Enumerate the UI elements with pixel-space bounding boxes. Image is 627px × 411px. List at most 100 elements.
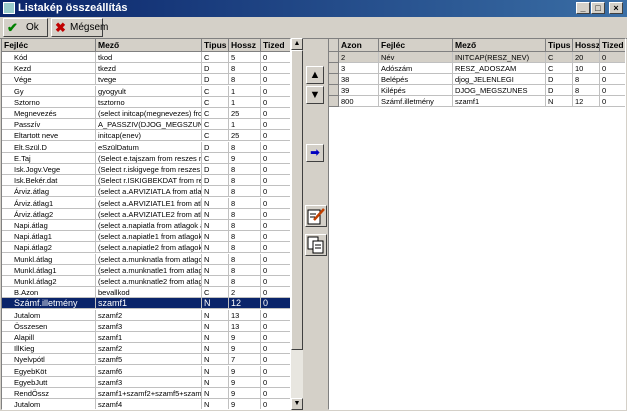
right-grid-header: Azon Fejléc Mező Tipus Hossz Tized <box>329 39 625 52</box>
table-row[interactable]: Árviz.átlag2 (select a.ARVIZIATLE2 from a… <box>2 208 290 220</box>
cell-fejlec: Számf.illetmény <box>2 298 96 310</box>
table-row[interactable]: 800 Számf.illetmény szamf1 N 12 0 <box>329 96 625 107</box>
row-indicator[interactable] <box>329 52 339 63</box>
table-row[interactable]: B.Azon bevallkod C 2 0 <box>2 287 290 299</box>
cell-tipus: C <box>202 119 229 131</box>
add-field-button[interactable]: ➡ <box>306 144 324 162</box>
column-header-tized[interactable]: Tized <box>600 39 625 52</box>
table-row[interactable]: Számf.illetmény szamf1 N 12 0 <box>2 298 290 310</box>
available-fields-grid[interactable]: Fejléc Mező Tipus Hossz Tized Kód tkod C 5 0… <box>1 38 291 410</box>
cell-tized: 0 <box>261 377 290 388</box>
cell-hossz: 8 <box>229 197 261 209</box>
table-row[interactable]: Munkl.átlag1 (select a.munknatle1 from at… <box>2 264 290 276</box>
cell-hossz: 13 <box>229 320 261 332</box>
move-down-button[interactable]: ▼ <box>306 86 324 104</box>
maximize-button[interactable]: □ <box>591 2 605 14</box>
table-row[interactable]: Árviz.átlag (select a.ARVIZIATLA from atl… <box>2 186 290 198</box>
table-row[interactable]: Napi.átlag1 (select a.napiatle1 from atla… <box>2 231 290 243</box>
table-row[interactable]: Isk.Bekér.dat (Select r.ISKIGBEKDAT from … <box>2 175 290 187</box>
row-indicator[interactable] <box>329 85 339 96</box>
table-row[interactable]: Elt.Szül.D eSzülDatum D 8 0 <box>2 141 290 153</box>
column-header-tipus[interactable]: Tipus <box>546 39 573 52</box>
cell-azon: 39 <box>339 85 379 96</box>
copy-button[interactable] <box>305 234 327 256</box>
table-row[interactable]: EgyebJutt szamf3 N 9 0 <box>2 376 290 388</box>
scroll-thumb[interactable] <box>291 50 303 350</box>
cell-mezo: szamf2 <box>96 309 202 321</box>
table-row[interactable]: Jutalom szamf2 N 13 0 <box>2 309 290 321</box>
column-header-tipus[interactable]: Tipus <box>202 39 229 52</box>
table-row[interactable]: Passzív A_PASSZIV(DJOG_MEGSZUNES C 1 0 <box>2 119 290 131</box>
left-grid-scrollbar[interactable]: ▲ ▼ <box>291 38 303 410</box>
cell-tized: 0 <box>600 74 625 85</box>
row-indicator[interactable] <box>329 74 339 85</box>
row-indicator[interactable] <box>329 96 339 107</box>
table-row[interactable]: Nyelvpótl szamf5 N 7 0 <box>2 354 290 366</box>
cross-icon: ✖ <box>55 20 66 35</box>
close-button[interactable]: × <box>609 2 623 14</box>
cell-hossz: 8 <box>229 220 261 231</box>
cell-fejlec: Gy <box>2 85 96 97</box>
cell-hossz: 9 <box>229 365 261 377</box>
column-header-tized[interactable]: Tized <box>261 39 290 52</box>
cell-hossz: 8 <box>573 85 600 96</box>
cell-mezo: (Select e.tajszam from reszes r where <box>96 152 202 164</box>
table-row[interactable]: 2 Név INITCAP(RESZ_NEV) C 20 0 <box>329 52 625 63</box>
cell-tipus: D <box>546 85 573 96</box>
table-row[interactable]: E.Taj(Select e.tajszam from reszes r whe… <box>2 152 290 164</box>
cancel-button[interactable]: ✖ Mégsem <box>51 18 108 37</box>
column-header-fejlec[interactable]: Fejléc <box>379 39 453 52</box>
table-row[interactable]: Sztorno tsztorno C 1 0 <box>2 96 290 108</box>
cell-hossz: 12 <box>229 298 261 310</box>
table-row[interactable]: Alapill szamf1 N 9 0 <box>2 332 290 343</box>
column-header-hossz[interactable]: Hossz <box>229 39 261 52</box>
table-row[interactable]: Napi.átlag2 (select a.napiatle2 from atla… <box>2 242 290 254</box>
table-row[interactable]: Kód tkod C 5 0 <box>2 52 290 63</box>
minimize-button[interactable]: _ <box>576 2 590 14</box>
edit-button[interactable] <box>305 205 327 227</box>
table-row[interactable]: Árviz.átlag1 (select a.ARVIZIATLE1 from a… <box>2 197 290 209</box>
cell-fejlec: Isk.Bekér.dat <box>2 175 96 187</box>
move-up-button[interactable]: ▲ <box>306 66 324 84</box>
column-header-azon[interactable]: Azon <box>339 39 379 52</box>
table-row[interactable]: 39 Kilépés DJOG_MEGSZUNES D 8 0 <box>329 85 625 96</box>
cell-tized: 0 <box>261 399 290 409</box>
table-row[interactable]: Gy gyogyult C 1 0 <box>2 85 290 97</box>
table-row[interactable]: Vége tvege D 8 0 <box>2 74 290 86</box>
table-row[interactable]: Kezd tkezd D 8 0 <box>2 63 290 75</box>
table-row[interactable]: IllKieg szamf2 N 9 0 <box>2 343 290 355</box>
table-row[interactable]: Munkl.átlag2 (select a.munknatle2 from at… <box>2 276 290 287</box>
table-row[interactable]: Megnevezés (select initcap(megnevezes) fr… <box>2 108 290 119</box>
column-header-hossz[interactable]: Hossz <box>573 39 600 52</box>
cell-hossz: 8 <box>229 242 261 254</box>
ok-button[interactable]: ✔ Ok <box>3 18 48 37</box>
table-row[interactable]: Isk.Jogv.Vege (Select r.iskigvege from re… <box>2 164 290 175</box>
scroll-down-icon[interactable]: ▼ <box>291 398 303 410</box>
table-row[interactable]: Jutalom szamf4 N 9 0 <box>2 399 290 409</box>
cell-hossz: 8 <box>573 74 600 85</box>
table-row[interactable]: Munkl.átlag (select a.munknatla from atla… <box>2 253 290 265</box>
scroll-up-icon[interactable]: ▲ <box>291 38 303 50</box>
cell-fejlec: Passzív <box>2 119 96 131</box>
table-row[interactable]: 38 Belépés djog_JELENLEGI D 8 0 <box>329 74 625 85</box>
column-header-fejlec[interactable]: Fejléc <box>2 39 96 52</box>
table-row[interactable]: 3 Adószám RESZ_ADOSZAM C 10 0 <box>329 63 625 74</box>
cell-mezo: (select a.munknatle2 from atlagok a wh <box>96 276 202 287</box>
cell-hossz: 8 <box>229 74 261 86</box>
table-row[interactable]: RendÖsszszamf1+szamf2+szamf5+szamf6+szaN… <box>2 388 290 399</box>
table-row[interactable]: Eltartott neve initcap(enev) C 25 0 <box>2 130 290 142</box>
cell-fejlec: Kilépés <box>379 85 453 96</box>
table-row[interactable]: Összesen szamf3 N 13 0 <box>2 320 290 332</box>
cell-hossz: 8 <box>229 141 261 153</box>
table-row[interactable]: Napi.átlag (select a.napiatla from atlago… <box>2 220 290 231</box>
cell-tized: 0 <box>261 287 290 299</box>
column-header-mezo[interactable]: Mező <box>453 39 546 52</box>
column-header-mezo[interactable]: Mező <box>96 39 202 52</box>
cell-tized: 0 <box>261 198 290 209</box>
cell-tipus: N <box>202 220 229 231</box>
row-indicator[interactable] <box>329 63 339 74</box>
cell-hossz: 1 <box>229 119 261 131</box>
table-row[interactable]: EgyebKöt szamf6 N 9 0 <box>2 365 290 377</box>
selected-fields-grid[interactable]: Azon Fejléc Mező Tipus Hossz Tized 2 Név I… <box>328 38 626 410</box>
cell-mezo: eSzülDatum <box>96 141 202 153</box>
